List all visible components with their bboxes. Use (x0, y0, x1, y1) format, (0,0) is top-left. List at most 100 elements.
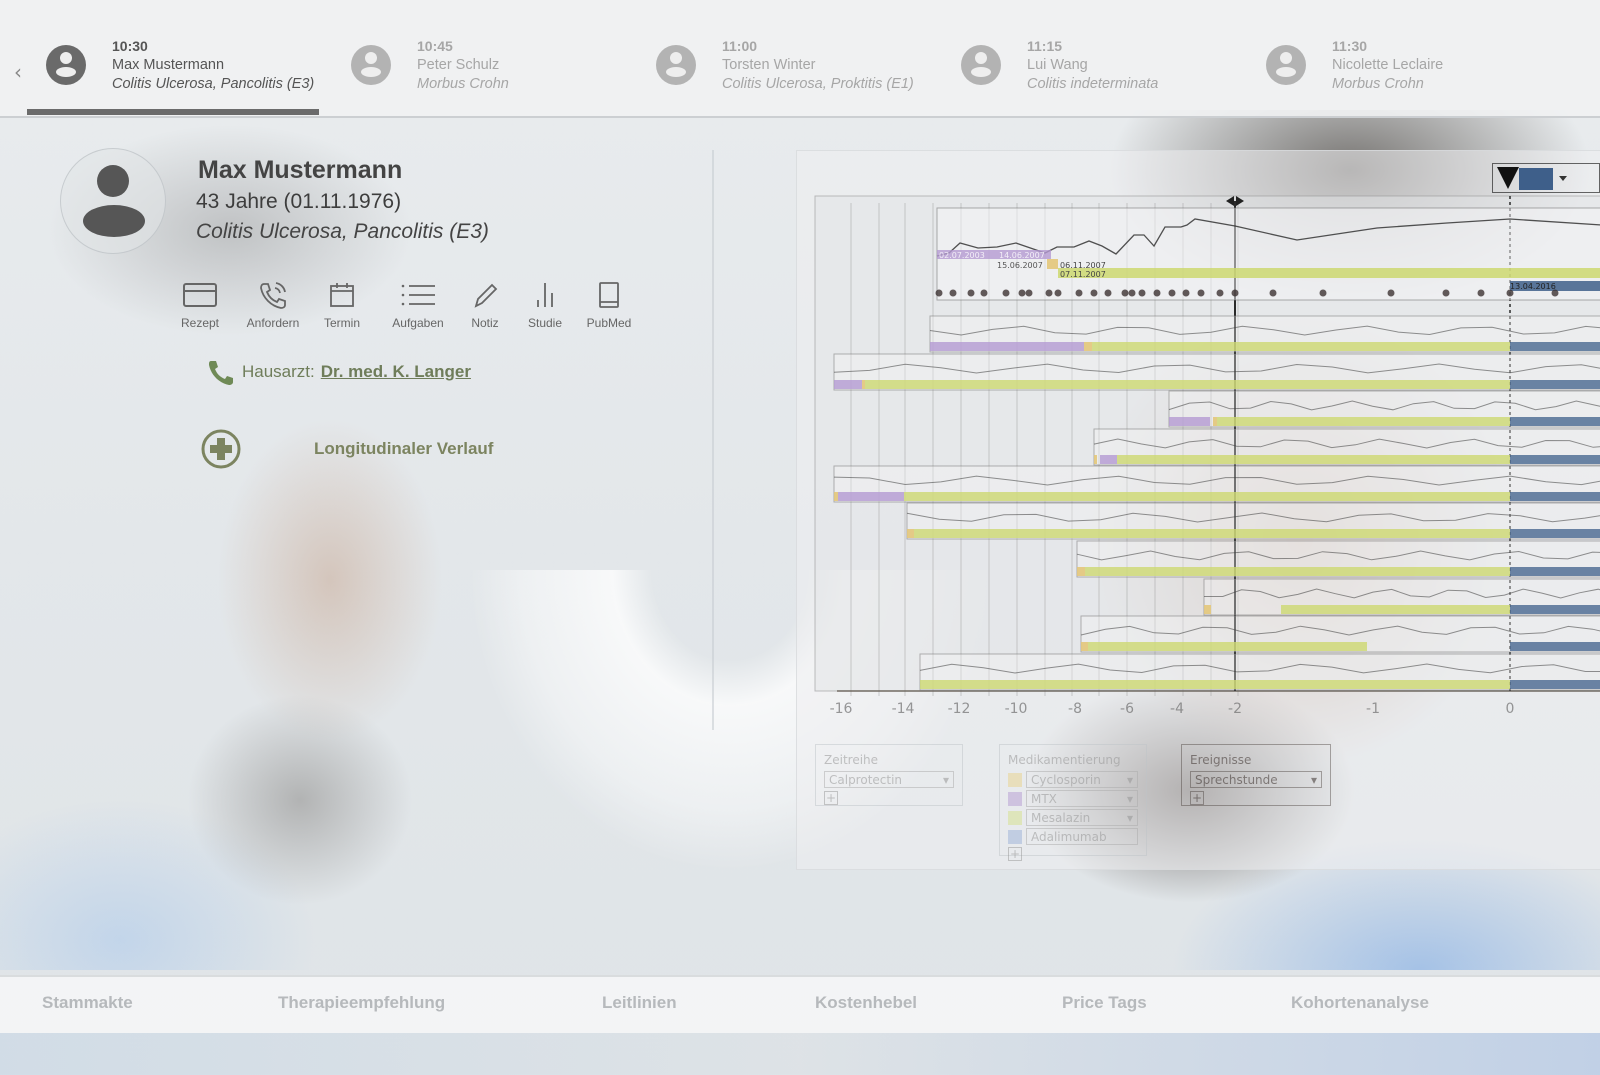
events-select[interactable]: Sprechstunde ▾ (1190, 771, 1322, 788)
dropdown-arrow-icon: ▾ (1126, 792, 1133, 806)
studie-button[interactable]: Studie (522, 280, 568, 330)
event-dot (1197, 289, 1205, 297)
date-label: 02.07.2003 (939, 251, 985, 260)
gp-label: Hausarzt: (242, 362, 315, 381)
mesalazin-bar (1088, 642, 1367, 651)
action-label: Termin (323, 316, 360, 330)
action-label: Rezept (180, 316, 220, 330)
avatar-icon (656, 45, 696, 85)
appointment-diagnosis: Morbus Crohn (417, 76, 509, 92)
mesalazin-bar (1117, 455, 1510, 464)
adalimumab-bar (1510, 417, 1600, 426)
timeseries-select[interactable]: Calprotectin ▾ (824, 771, 954, 788)
notiz-button[interactable]: Notiz (462, 280, 508, 330)
medication-label: Mesalazin (1031, 811, 1091, 825)
medication-item[interactable]: Adalimumab (1008, 828, 1138, 845)
event-dot (1182, 289, 1190, 297)
patient-avatar (60, 148, 166, 254)
event-dot (1002, 289, 1010, 297)
x-tick-label: -4 (1170, 701, 1184, 717)
pubmed-button[interactable]: PubMed (584, 280, 634, 330)
appointment-item[interactable]: 10:30 Max Mustermann Colitis Ulcerosa, P… (46, 38, 314, 118)
appointment-name: Peter Schulz (417, 57, 500, 73)
add-event-button[interactable]: + (1190, 791, 1204, 805)
add-medication-button[interactable]: + (1008, 847, 1022, 861)
appointment-item[interactable]: 11:30 Nicolette Leclaire Morbus Crohn (1266, 38, 1443, 118)
nav-kostenhebel[interactable]: Kostenhebel (815, 993, 917, 1013)
nav-therapieempfehlung[interactable]: Therapieempfehlung (278, 993, 445, 1013)
chevron-left-icon[interactable]: ‹ (8, 60, 28, 84)
nav-kohortenanalyse[interactable]: Kohortenanalyse (1291, 993, 1429, 1013)
calendar-icon (330, 283, 354, 307)
medication-item[interactable]: Cyclosporin ▾ (1008, 771, 1138, 788)
adalimumab-bar (1510, 680, 1600, 689)
panel-divider (712, 150, 714, 730)
medication-select[interactable]: MTX ▾ (1026, 790, 1138, 807)
anfordern-button[interactable]: Anfordern (236, 280, 310, 330)
aufgaben-button[interactable]: Aufgaben (386, 280, 450, 330)
credit-card-icon (183, 283, 217, 307)
action-label: Notiz (471, 316, 499, 330)
appointment-item[interactable]: 10:45 Peter Schulz Morbus Crohn (351, 38, 509, 118)
event-dot (1128, 289, 1136, 297)
dropdown-arrow-icon: ▾ (942, 773, 949, 787)
dropdown-arrow-icon: ▾ (1310, 773, 1317, 787)
mtx-bar (834, 380, 862, 389)
event-dot (1090, 289, 1098, 297)
nav-leitlinien[interactable]: Leitlinien (602, 993, 677, 1013)
x-tick-label: -6 (1120, 701, 1134, 717)
nav-stammakte[interactable]: Stammakte (42, 993, 133, 1013)
appointment-item[interactable]: 11:00 Torsten Winter Colitis Ulcerosa, P… (656, 38, 914, 118)
medication-label: Cyclosporin (1031, 773, 1101, 787)
medication-swatch (1008, 810, 1022, 825)
avatar-icon (961, 45, 1001, 85)
appointment-name: Nicolette Leclaire (1332, 57, 1444, 73)
medication-select[interactable]: Mesalazin ▾ (1026, 809, 1138, 826)
pencil-icon (474, 283, 498, 308)
medication-item[interactable]: MTX ▾ (1008, 790, 1138, 807)
adalimumab-bar (1510, 342, 1600, 351)
medication-title: Medikamentierung (1008, 753, 1121, 767)
medication-select[interactable]: Adalimumab (1026, 828, 1138, 845)
mesalazin-bar (1281, 605, 1510, 614)
event-dot (1216, 289, 1224, 297)
plus-circle-icon (201, 429, 241, 469)
cyclosporin-bar (907, 529, 914, 538)
dropdown-arrow-icon: ▾ (1126, 773, 1133, 787)
cyclosporin-bar (1081, 642, 1088, 651)
longitudinal-course-label: Longitudinaler Verlauf (314, 439, 494, 458)
event-dot (1104, 289, 1112, 297)
avatar-icon (351, 45, 391, 85)
appointment-diagnosis: Morbus Crohn (1332, 76, 1424, 92)
longitudinal-course-button[interactable]: Longitudinaler Verlauf (200, 428, 493, 470)
add-timeseries-button[interactable]: + (824, 791, 838, 805)
medication-select[interactable]: Cyclosporin ▾ (1026, 771, 1138, 788)
appointment-name: Torsten Winter (722, 57, 816, 73)
cyclosporin-bar (862, 380, 865, 389)
background-strip (0, 1033, 1600, 1075)
event-dot (1054, 289, 1062, 297)
cyclosporin-bar (1213, 417, 1217, 426)
appointment-time: 11:15 (1027, 38, 1063, 54)
event-dot (1231, 289, 1239, 297)
event-dot (1442, 289, 1450, 297)
nav-price-tags[interactable]: Price Tags (1062, 993, 1147, 1013)
range-picker[interactable] (1492, 163, 1600, 193)
appointment-item[interactable]: 11:15 Lui Wang Colitis indeterminata (961, 38, 1158, 118)
termin-button[interactable]: Termin (314, 280, 370, 330)
event-dot (1138, 289, 1146, 297)
appointment-diagnosis: Colitis Ulcerosa, Proktitis (E1) (722, 76, 914, 92)
event-dot (949, 289, 957, 297)
avatar-icon (1266, 45, 1306, 85)
avatar-icon (46, 45, 86, 85)
patient-age: 43 Jahre (01.11.1976) (196, 190, 402, 213)
x-tick-label: -10 (1005, 701, 1028, 717)
rezept-button[interactable]: Rezept (176, 280, 224, 330)
action-label: Anfordern (246, 316, 300, 330)
active-appointment-indicator (27, 109, 319, 115)
medication-item[interactable]: Mesalazin ▾ (1008, 809, 1138, 826)
timeseries-title: Zeitreihe (824, 753, 879, 767)
event-dot (1319, 289, 1327, 297)
event-dot (980, 289, 988, 297)
gp-link[interactable]: Dr. med. K. Langer (321, 362, 471, 382)
